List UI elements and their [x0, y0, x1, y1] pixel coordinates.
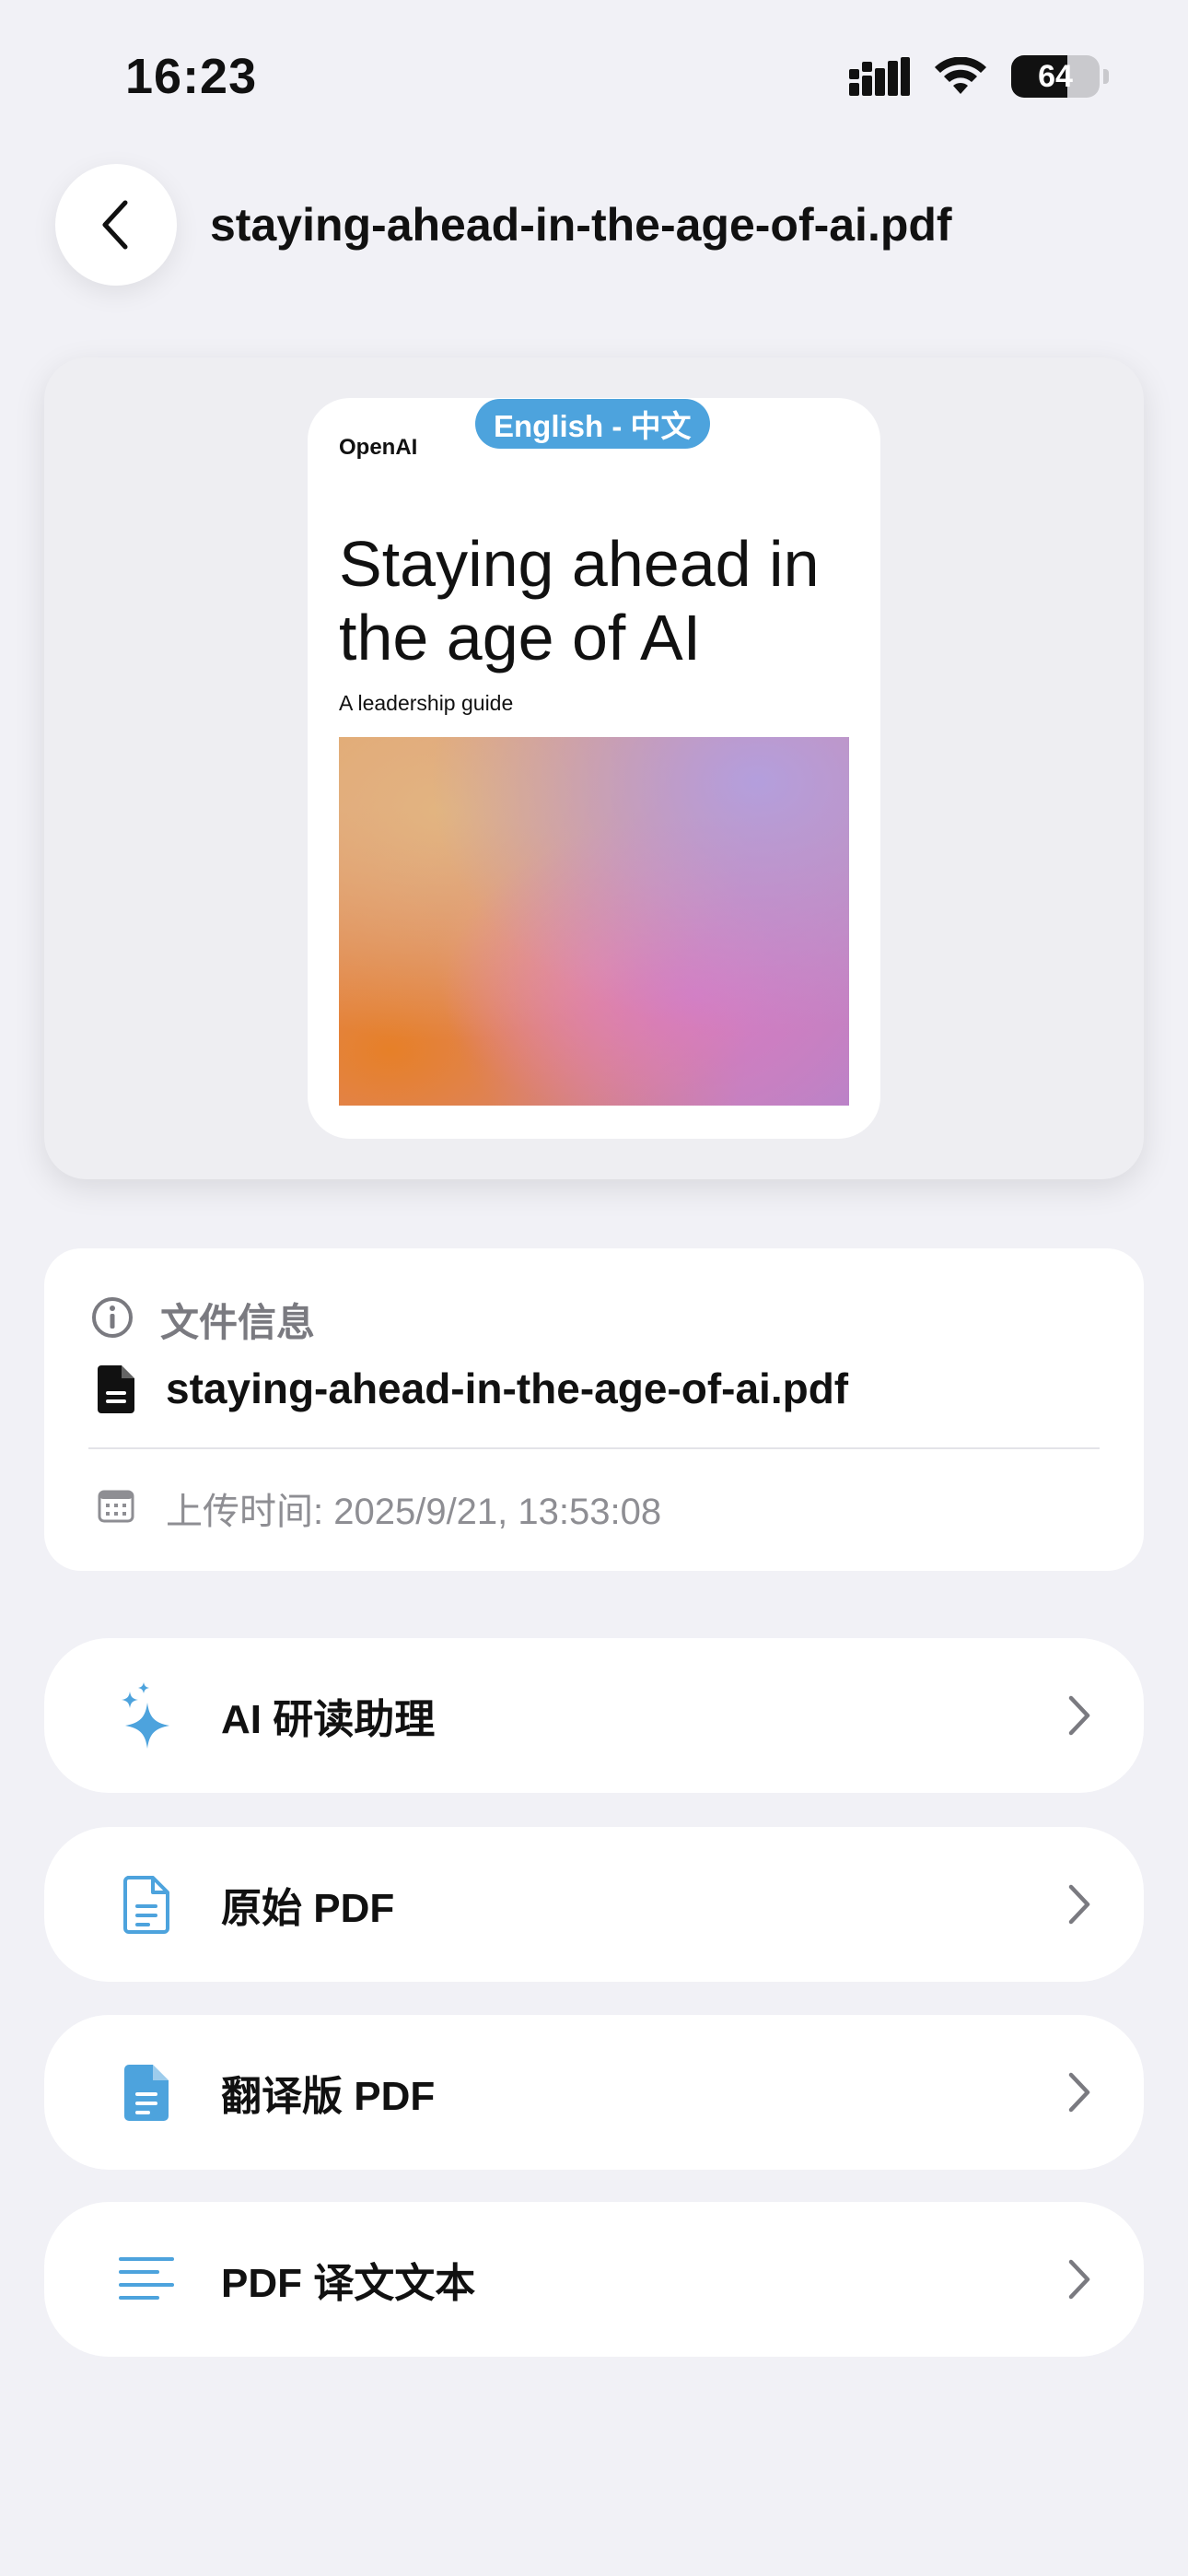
battery-cap: [1103, 69, 1109, 84]
thumbnail-brand: OpenAI: [339, 435, 418, 460]
chevron-right-icon: [1068, 2259, 1090, 2300]
menu-ai-assistant[interactable]: AI 研读助理: [44, 1638, 1144, 1793]
language-badge: English - 中文: [475, 399, 710, 449]
file-name: staying-ahead-in-the-age-of-ai.pdf: [166, 1364, 849, 1412]
chevron-left-icon: [102, 200, 128, 250]
chevron-right-icon: [1068, 2072, 1090, 2113]
battery-icon: 64: [1011, 55, 1100, 98]
divider: [88, 1447, 1100, 1449]
upload-time: 上传时间: 2025/9/21, 13:53:08: [166, 1492, 662, 1532]
menu-original-pdf[interactable]: 原始 PDF: [44, 1827, 1144, 1982]
thumbnail-cover-image: [339, 737, 849, 1106]
text-lines-icon: [114, 2247, 179, 2312]
menu-label: 原始 PDF: [221, 1886, 395, 1931]
file-icon: [98, 1365, 134, 1413]
chevron-right-icon: [1068, 1884, 1090, 1925]
menu-label: PDF 译文文本: [221, 2261, 476, 2306]
cellular-signal-icon: [849, 57, 910, 96]
thumbnail-title: Staying ahead in the age of AI: [339, 528, 820, 673]
battery-percent: 64: [1038, 58, 1073, 94]
status-time: 16:23: [125, 49, 258, 104]
menu-pdf-translation-text[interactable]: PDF 译文文本: [44, 2202, 1144, 2357]
file-info-heading: 文件信息: [160, 1301, 316, 1344]
document-filled-icon: [114, 2060, 179, 2125]
menu-label: AI 研读助理: [221, 1697, 436, 1742]
calendar-icon: [98, 1490, 134, 1523]
sparkle-icon: [114, 1682, 179, 1749]
thumbnail-subtitle: A leadership guide: [339, 691, 514, 715]
menu-translated-pdf[interactable]: 翻译版 PDF: [44, 2015, 1144, 2170]
info-icon: [92, 1297, 133, 1338]
menu-label: 翻译版 PDF: [221, 2074, 436, 2119]
document-outline-icon: [114, 1872, 179, 1937]
status-icons: 64: [849, 55, 1109, 98]
back-button[interactable]: [55, 164, 177, 286]
page-title: staying-ahead-in-the-age-of-ai.pdf: [210, 199, 952, 251]
chevron-right-icon: [1068, 1695, 1090, 1736]
wifi-icon: [935, 57, 986, 94]
